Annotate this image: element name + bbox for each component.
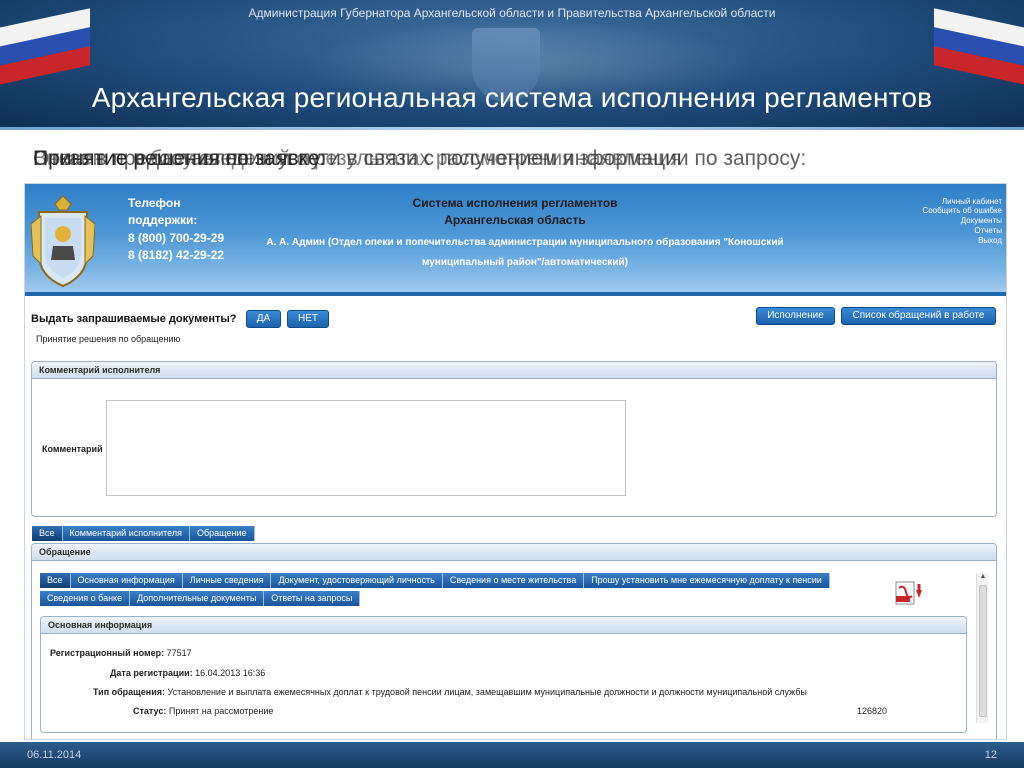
comment-panel: Комментарий исполнителя Комментарий xyxy=(31,361,997,517)
request-code: 126820 xyxy=(857,706,888,716)
inner-tab-main-info[interactable]: Основная информация xyxy=(70,573,183,588)
footer-date: 06.11.2014 xyxy=(27,749,82,761)
link-report-error[interactable]: Сообщить об ошибке xyxy=(922,206,1002,215)
comment-panel-title: Комментарий исполнителя xyxy=(32,362,996,379)
request-panel-title: Обращение xyxy=(32,544,996,561)
slide-footer: 06.11.2014 12 xyxy=(0,742,1024,768)
region-title: Архангельская область xyxy=(444,213,586,227)
main-info-title: Основная информация xyxy=(41,617,966,634)
slide-title: Архангельская региональная система испол… xyxy=(91,82,933,113)
coat-of-arms-icon xyxy=(31,195,95,288)
inner-tab-identity-document[interactable]: Документ, удостоверяющий личность xyxy=(271,573,443,588)
russian-flag-right-icon xyxy=(934,8,1024,89)
request-type-row: Тип обращения: Установление и выплата еж… xyxy=(93,687,807,697)
inner-tab-residence[interactable]: Сведения о месте жительства xyxy=(442,573,585,588)
content-scrollbar[interactable]: ▲ xyxy=(976,573,988,723)
app-window: Телефон поддержки: 8 (800) 700-29-29 8 (… xyxy=(24,183,1007,740)
inner-tab-bank-details[interactable]: Сведения о банке xyxy=(40,591,131,606)
support-phone-1: 8 (800) 700-29-29 xyxy=(128,231,225,245)
reg-number-value: 77517 xyxy=(166,648,192,658)
system-title: Система исполнения регламентов xyxy=(412,196,618,210)
app-header: Телефон поддержки: 8 (800) 700-29-29 8 (… xyxy=(25,184,1006,294)
comment-textarea[interactable] xyxy=(106,400,626,496)
status-label: Статус: xyxy=(133,706,167,716)
scroll-up-icon[interactable]: ▲ xyxy=(977,573,989,583)
request-type-label: Тип обращения: xyxy=(93,687,165,697)
user-info: А. А. Админ (Отдел опеки и попечительств… xyxy=(266,237,784,268)
request-type-value: Установление и выплата ежемесячных допла… xyxy=(167,687,807,697)
execution-button[interactable]: Исполнение xyxy=(756,307,835,325)
header-divider xyxy=(0,127,1024,130)
header-bottom-strip xyxy=(25,292,1006,296)
russian-flag-left-icon xyxy=(0,8,90,89)
inner-tab-bar-row1: Все Основная информация Личные сведения … xyxy=(40,573,830,588)
inner-tab-pension-supplement[interactable]: Прошу установить мне ежемесячную доплату… xyxy=(584,573,830,588)
comment-label: Комментарий xyxy=(42,444,103,454)
decision-question: Выдать запрашиваемые документы? xyxy=(31,313,237,325)
status-value: Принят на рассмотрение xyxy=(168,706,274,716)
decision-subtitle: Принятие решения по обращению xyxy=(36,334,181,344)
support-phone-2: 8 (8182) 42-29-22 xyxy=(128,248,225,262)
outer-tab-bar: Все Комментарий исполнителя Обращение xyxy=(32,526,255,541)
reg-number-row: Регистрационный номер: 77517 xyxy=(50,648,192,658)
link-documents[interactable]: Документы xyxy=(961,216,1002,225)
inner-tab-query-answers[interactable]: Ответы на запросы xyxy=(264,591,361,606)
inner-tab-additional-docs[interactable]: Дополнительные документы xyxy=(130,591,265,606)
reg-number-label: Регистрационный номер: xyxy=(50,648,165,658)
link-personal-cabinet[interactable]: Личный кабинет xyxy=(942,197,1002,206)
reg-date-row: Дата регистрации: 16.04.2013 16:36 xyxy=(110,668,265,678)
scroll-thumb[interactable] xyxy=(979,585,987,717)
slide-subtitle: Администрация Губернатора Архангельской … xyxy=(248,6,776,20)
support-label-2: поддержки: xyxy=(128,213,198,227)
inner-tab-all[interactable]: Все xyxy=(40,573,71,588)
no-button[interactable]: НЕТ xyxy=(287,310,329,328)
link-logout[interactable]: Выход xyxy=(978,236,1002,245)
status-row: Статус: Принят на рассмотрение xyxy=(133,706,273,716)
inner-tab-bar-row2: Сведения о банке Дополнительные документ… xyxy=(40,591,361,606)
support-label-1: Телефон xyxy=(128,196,181,210)
reg-date-value: 16.04.2013 16:36 xyxy=(195,668,266,678)
tab-executor-comment[interactable]: Комментарий исполнителя xyxy=(62,526,191,541)
slide-header: Администрация Губернатора Архангельской … xyxy=(0,0,1024,130)
requests-list-button[interactable]: Список обращений в работе xyxy=(841,307,996,325)
pdf-export-icon[interactable] xyxy=(894,580,924,608)
inner-tab-personal-data[interactable]: Личные сведения xyxy=(182,573,272,588)
yes-button[interactable]: ДА xyxy=(246,310,281,328)
tab-request[interactable]: Обращение xyxy=(190,526,255,541)
link-reports[interactable]: Отчеты xyxy=(974,226,1002,235)
page-number: 12 xyxy=(984,749,997,761)
tab-all[interactable]: Все xyxy=(32,526,63,541)
slide-caption-3: Внесение в базу сведений о результатах р… xyxy=(33,147,682,170)
reg-date-label: Дата регистрации: xyxy=(110,668,193,678)
